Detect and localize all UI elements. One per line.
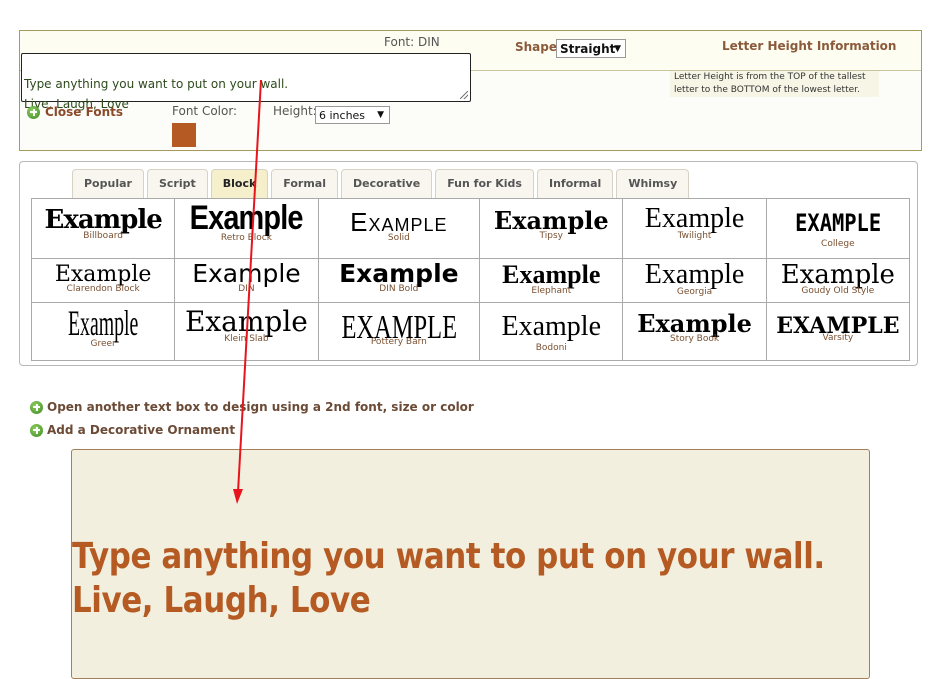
add-ornament-link[interactable]: Add a Decorative Ornament — [30, 423, 235, 437]
font-sample: Example — [189, 199, 304, 237]
tab-fun-for-kids[interactable]: Fun for Kids — [435, 169, 534, 198]
font-option-din[interactable]: Example DIN — [175, 259, 319, 303]
font-option-bodoni[interactable]: Example Bodoni — [480, 303, 624, 361]
tab-popular[interactable]: Popular — [72, 169, 144, 198]
font-option-solid[interactable]: Example Solid — [318, 199, 481, 259]
font-option-college[interactable]: EXAMPLE College — [766, 199, 910, 259]
plus-circle-icon — [27, 105, 40, 119]
chevron-down-icon: ▼ — [614, 44, 621, 54]
design-preview: Type anything you want to put on your wa… — [71, 449, 870, 679]
height-select[interactable]: 6 inches ▼ — [315, 106, 390, 124]
font-color-swatch[interactable] — [172, 123, 196, 147]
add-ornament-label: Add a Decorative Ornament — [47, 423, 236, 437]
current-font-label: Font: DIN — [384, 35, 440, 49]
font-name: Clarendon Block — [66, 284, 140, 294]
font-option-clarendon-block[interactable]: Example Clarendon Block — [32, 259, 176, 303]
font-category-tabs: Popular Script Block Formal Decorative F… — [72, 169, 690, 198]
chevron-down-icon: ▼ — [377, 110, 384, 120]
font-option-tipsy[interactable]: Example Tipsy — [480, 199, 624, 259]
font-name: Bodoni — [535, 343, 567, 353]
font-option-story-book[interactable]: Example Story Book — [623, 303, 767, 361]
height-label: Height: — [273, 104, 317, 118]
height-select-value: 6 inches — [319, 109, 366, 122]
font-name: Solid — [387, 233, 410, 243]
tab-whimsy[interactable]: Whimsy — [616, 169, 690, 198]
close-fonts-label: Close Fonts — [45, 105, 123, 119]
font-grid: Example Billboard Example Retro Block Ex… — [31, 198, 910, 361]
design-panel: Font: DIN Shape: Straight ▼ Letter Heigh… — [19, 30, 922, 151]
letter-height-title: Letter Height Information — [722, 39, 897, 53]
font-option-billboard[interactable]: Example Billboard — [32, 199, 176, 259]
resize-grip-icon[interactable] — [460, 91, 468, 99]
font-option-din-bold[interactable]: Example DIN Bold — [318, 259, 481, 303]
font-sample: Example — [493, 206, 609, 235]
close-fonts-button[interactable]: Close Fonts — [27, 105, 123, 119]
font-sample: Example — [339, 259, 459, 288]
font-sample: Example — [192, 259, 301, 288]
font-option-pottery-barn[interactable]: EXAMPLE Pottery Barn — [318, 303, 481, 361]
shape-select[interactable]: Straight ▼ — [556, 39, 626, 58]
tab-decorative[interactable]: Decorative — [341, 169, 433, 198]
plus-circle-icon — [30, 400, 43, 414]
font-sample: Example — [67, 303, 139, 343]
open-text-box-link[interactable]: Open another text box to design using a … — [30, 400, 474, 414]
tab-block[interactable]: Block — [210, 169, 269, 198]
open-text-box-label: Open another text box to design using a … — [47, 400, 474, 414]
font-sample: Example — [780, 260, 895, 290]
font-sample: Example — [184, 305, 308, 338]
wall-text-input[interactable]: Type anything you want to put on your wa… — [21, 53, 471, 111]
font-option-klein-slab[interactable]: Example Klein Slab — [175, 303, 319, 361]
font-option-twilight[interactable]: Example Twilight — [623, 199, 767, 259]
font-option-retro-block[interactable]: Example Retro Block — [175, 199, 319, 259]
font-sample: Example — [54, 262, 152, 287]
font-sample: Example — [44, 205, 163, 235]
font-sample: Example — [644, 203, 745, 234]
plus-circle-icon — [30, 423, 43, 437]
font-color-label: Font Color: — [172, 104, 238, 118]
font-sample: Example — [501, 311, 602, 342]
font-sample: Example — [644, 259, 745, 290]
preview-text: Type anything you want to put on your wa… — [72, 536, 825, 621]
font-sample: EXAMPLE — [794, 209, 881, 237]
tab-formal[interactable]: Formal — [271, 169, 339, 198]
font-option-georgia[interactable]: Example Georgia — [623, 259, 767, 303]
font-sample: EXAMPLE — [776, 313, 900, 339]
letter-height-info: Letter Height is from the TOP of the tal… — [670, 71, 879, 97]
font-option-greer[interactable]: Example Greer — [32, 303, 176, 361]
font-picker: Popular Script Block Formal Decorative F… — [19, 161, 918, 366]
font-option-varsity[interactable]: EXAMPLE Varsity — [766, 303, 910, 361]
font-sample: EXAMPLE — [341, 309, 457, 346]
font-sample: Example — [502, 260, 601, 289]
font-sample: Example — [637, 309, 752, 338]
font-option-elephant[interactable]: Example Elephant — [480, 259, 624, 303]
font-sample: Example — [350, 207, 448, 237]
shape-select-value: Straight — [560, 42, 616, 56]
font-name: College — [821, 239, 855, 249]
tab-script[interactable]: Script — [146, 169, 208, 198]
font-option-goudy-old-style[interactable]: Example Goudy Old Style — [766, 259, 910, 303]
shape-label: Shape: — [515, 40, 562, 54]
tab-informal[interactable]: Informal — [536, 169, 614, 198]
